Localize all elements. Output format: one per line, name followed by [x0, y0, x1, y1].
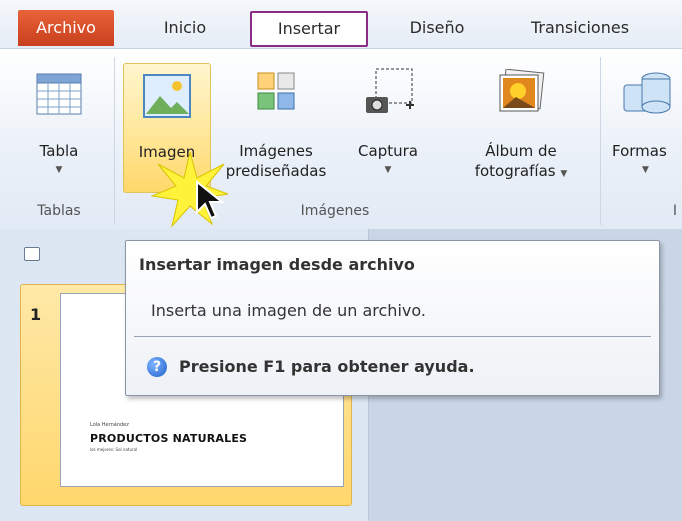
- album-fotografias-button[interactable]: Álbum de fotografías ▼: [446, 49, 596, 199]
- dropdown-arrow-icon: ▼: [642, 165, 649, 175]
- ribbon: Tabla ▼ Imagen Imágenes prediseñadas Cap…: [0, 48, 682, 230]
- dropdown-arrow-icon: ▼: [384, 165, 392, 175]
- panel-toggle-icon[interactable]: [24, 247, 40, 261]
- group-label-tablas: Tablas: [37, 203, 81, 219]
- captura-button[interactable]: Captura ▼: [334, 49, 442, 199]
- imagenes-prediseñadas-button[interactable]: Imágenes prediseñadas: [218, 49, 334, 199]
- clipart-icon: [257, 72, 295, 110]
- tooltip-description: Inserta una imagen de un archivo.: [151, 301, 426, 320]
- help-icon: ?: [147, 357, 167, 377]
- album-fotografias-label: Álbum de fotografías ▼: [474, 142, 568, 180]
- tab-transiciones[interactable]: Transiciones: [500, 10, 660, 46]
- tooltip-help-text: Presione F1 para obtener ayuda.: [179, 357, 475, 376]
- group-separator: [114, 57, 115, 225]
- dropdown-arrow-icon: ▼: [55, 165, 63, 175]
- dropdown-arrow-icon: ▼: [560, 169, 568, 179]
- ribbon-tab-bar: Archivo Inicio Insertar Diseño Transicio…: [0, 0, 682, 48]
- tabla-button[interactable]: Tabla ▼: [20, 49, 98, 199]
- tab-insertar[interactable]: Insertar: [250, 11, 368, 47]
- group-label-partial: I: [672, 203, 678, 219]
- screenshot-icon: [366, 68, 414, 113]
- captura-label: Captura: [358, 142, 418, 160]
- tabla-label: Tabla: [39, 142, 79, 160]
- imagenes-prediseñadas-label: Imágenes prediseñadas: [225, 142, 327, 180]
- slide-title-text: PRODUCTOS NATURALES: [90, 432, 248, 445]
- tooltip: Insertar imagen desde archivo Inserta un…: [125, 240, 660, 396]
- group-label-imagenes: Imágenes: [300, 203, 370, 219]
- group-separator: [600, 57, 601, 225]
- formas-label: Formas: [612, 142, 667, 160]
- slide-number: 1: [30, 305, 42, 324]
- slide-author-text: Lola Hernández: [90, 422, 129, 428]
- tooltip-title: Insertar imagen desde archivo: [139, 255, 415, 274]
- photo-album-icon: [499, 69, 545, 112]
- table-icon: [36, 73, 82, 115]
- slide-subtitle-text: los mejores: Sol natural: [90, 447, 138, 452]
- tab-inicio[interactable]: Inicio: [140, 10, 230, 46]
- tooltip-divider: [134, 336, 651, 337]
- shapes-icon: [623, 72, 671, 114]
- mouse-cursor-icon: [196, 180, 225, 220]
- tab-archivo[interactable]: Archivo: [18, 10, 114, 46]
- tab-diseno[interactable]: Diseño: [392, 10, 482, 46]
- formas-button[interactable]: Formas ▼: [606, 49, 682, 199]
- picture-icon: [143, 74, 191, 118]
